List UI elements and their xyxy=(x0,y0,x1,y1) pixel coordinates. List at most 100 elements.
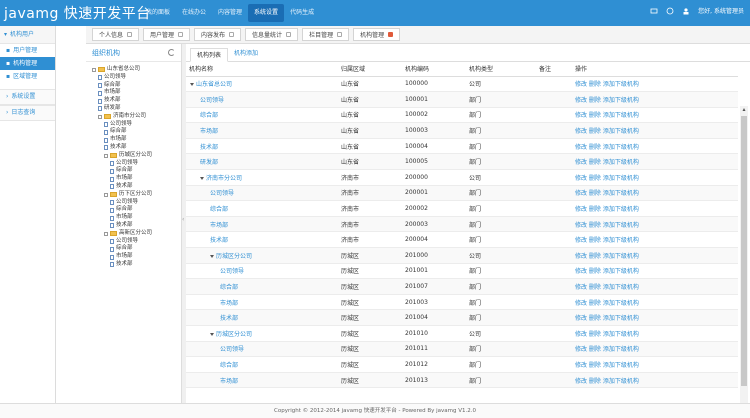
tree-node[interactable]: 市场部 xyxy=(86,175,181,183)
collapse-toggle-icon[interactable] xyxy=(98,114,102,119)
org-name-link[interactable]: 公司领导 xyxy=(200,97,224,104)
operations-links[interactable]: 修改 删除 添加下级机构 xyxy=(572,247,738,264)
tree-node[interactable]: 公司领导 xyxy=(86,199,181,207)
tree-node[interactable]: 历下区分公司 xyxy=(86,191,181,199)
org-name-link[interactable]: 研发部 xyxy=(200,159,218,166)
tree-node[interactable]: 技术部 xyxy=(86,183,181,191)
operations-links[interactable]: 修改 删除 添加下级机构 xyxy=(572,294,738,311)
open-tab[interactable]: 信息量统计 xyxy=(245,28,299,41)
tree-node[interactable]: 技术部 xyxy=(86,261,181,269)
org-name-cell[interactable]: 市场部 xyxy=(186,294,338,311)
operations-links[interactable]: 修改 删除 添加下级机构 xyxy=(572,138,738,155)
tree-node[interactable]: 市场部 xyxy=(86,89,181,97)
org-name-link[interactable]: 技术部 xyxy=(210,237,228,244)
org-name-cell[interactable]: 市场部 xyxy=(186,372,338,389)
app-brand[interactable]: javamg 快速开发平台 xyxy=(4,3,151,23)
operations-links[interactable]: 修改 删除 添加下级机构 xyxy=(572,309,738,326)
org-name-cell[interactable]: 历城区分公司 xyxy=(186,325,338,342)
tree-node[interactable]: 市场部 xyxy=(86,136,181,144)
tree-node[interactable]: 市场部 xyxy=(86,214,181,222)
topnav-item[interactable]: 内容管理 xyxy=(212,4,248,22)
tree-node[interactable]: 历城区分公司 xyxy=(86,152,181,160)
org-name-link[interactable]: 市场部 xyxy=(200,128,218,135)
collapse-toggle-icon[interactable] xyxy=(92,67,96,72)
leftnav-section-users[interactable]: ▾ 机构用户 xyxy=(0,26,55,44)
tree-node[interactable]: 山东省总公司 xyxy=(86,66,181,74)
user-greeting[interactable]: 您好, 系统管理员 xyxy=(698,6,744,15)
tree-node[interactable]: 公司领导 xyxy=(86,121,181,129)
close-icon[interactable] xyxy=(286,32,292,37)
org-name-link[interactable]: 综合部 xyxy=(200,112,218,119)
operations-links[interactable]: 修改 删除 添加下级机构 xyxy=(572,263,738,280)
operations-links[interactable]: 修改 删除 添加下级机构 xyxy=(572,200,738,217)
operations-links[interactable]: 修改 删除 添加下级机构 xyxy=(572,231,738,249)
operations-links[interactable]: 修改 删除 添加下级机构 xyxy=(572,325,738,342)
open-tab[interactable]: 内容发布 xyxy=(194,28,242,41)
operations-links[interactable]: 修改 删除 添加下级机构 xyxy=(572,169,738,186)
leftnav-section-settings[interactable]: › 系统设置 xyxy=(0,89,55,105)
org-name-link[interactable]: 山东省总公司 xyxy=(196,81,232,88)
org-name-link[interactable]: 综合部 xyxy=(210,206,228,213)
tree-node[interactable]: 济南市分公司 xyxy=(86,113,181,121)
org-name-cell[interactable]: 市场部 xyxy=(186,216,338,233)
scroll-up-icon[interactable]: ▴ xyxy=(740,106,748,114)
table-scrollbar[interactable]: ▴ ▾ xyxy=(740,106,748,418)
subtab[interactable]: 机构添加 xyxy=(228,47,264,61)
expand-caret-icon[interactable] xyxy=(200,176,204,180)
org-name-cell[interactable]: 公司领导 xyxy=(186,263,338,280)
org-name-cell[interactable]: 技术部 xyxy=(186,309,338,326)
org-name-cell[interactable]: 综合部 xyxy=(186,200,338,217)
scrollbar-thumb[interactable] xyxy=(741,116,747,386)
org-name-link[interactable]: 技术部 xyxy=(220,315,238,322)
tree-node[interactable]: 技术部 xyxy=(86,222,181,230)
operations-links[interactable]: 修改 删除 添加下级机构 xyxy=(572,91,738,108)
leftnav-item[interactable]: ▪ 区域管理 xyxy=(0,70,55,83)
topnav-item[interactable]: 在线办公 xyxy=(176,4,212,22)
tree-node[interactable]: 技术部 xyxy=(86,144,181,152)
open-tab[interactable]: 个人信息 xyxy=(92,28,140,41)
collapse-arrow-icon[interactable]: ‹ xyxy=(182,216,184,223)
operations-links[interactable]: 修改 删除 添加下级机构 xyxy=(572,153,738,171)
topnav-item[interactable]: 我的面板 xyxy=(140,4,176,22)
org-name-cell[interactable]: 综合部 xyxy=(186,107,338,124)
tree-node[interactable]: 综合部 xyxy=(86,167,181,175)
tree-node[interactable]: 综合部 xyxy=(86,206,181,214)
refresh-icon[interactable] xyxy=(168,49,175,56)
collapse-toggle-icon[interactable] xyxy=(104,231,108,236)
org-name-cell[interactable]: 技术部 xyxy=(186,231,338,249)
tree-node[interactable]: 公司领导 xyxy=(86,74,181,82)
leftnav-item[interactable]: ▪ 用户管理 xyxy=(0,44,55,57)
message-icon[interactable] xyxy=(650,7,658,15)
org-name-link[interactable]: 市场部 xyxy=(210,222,228,229)
org-name-cell[interactable]: 综合部 xyxy=(186,278,338,295)
open-tab[interactable]: 机构管理 xyxy=(353,28,401,41)
operations-links[interactable]: 修改 删除 添加下级机构 xyxy=(572,341,738,358)
leftnav-section-logs[interactable]: › 日志查询 xyxy=(0,105,55,121)
org-name-link[interactable]: 综合部 xyxy=(220,284,238,291)
tree-node[interactable]: 高新区分公司 xyxy=(86,230,181,238)
operations-links[interactable]: 修改 删除 添加下级机构 xyxy=(572,216,738,233)
tree-node[interactable]: 公司领导 xyxy=(86,160,181,168)
open-tab[interactable]: 用户管理 xyxy=(143,28,191,41)
org-name-cell[interactable]: 济南市分公司 xyxy=(186,169,338,186)
org-name-link[interactable]: 历城区分公司 xyxy=(216,253,252,260)
tree-node[interactable]: 技术部 xyxy=(86,97,181,105)
subtab[interactable]: 机构列表 xyxy=(190,48,229,62)
tree-node[interactable]: 综合部 xyxy=(86,128,181,136)
org-name-link[interactable]: 综合部 xyxy=(220,362,238,369)
org-name-cell[interactable]: 山东省总公司 xyxy=(186,76,338,93)
operations-links[interactable]: 修改 删除 添加下级机构 xyxy=(572,278,738,295)
topnav-item[interactable]: 代码生成 xyxy=(284,4,320,22)
leftnav-item[interactable]: ▪ 机构管理 xyxy=(0,57,55,70)
org-name-cell[interactable]: 技术部 xyxy=(186,138,338,155)
org-name-link[interactable]: 市场部 xyxy=(220,378,238,385)
org-name-cell[interactable]: 研发部 xyxy=(186,153,338,171)
collapse-toggle-icon[interactable] xyxy=(104,153,108,158)
close-icon[interactable] xyxy=(127,32,133,37)
open-tab[interactable]: 栏目管理 xyxy=(302,28,350,41)
org-name-link[interactable]: 济南市分公司 xyxy=(206,175,242,182)
close-icon[interactable] xyxy=(178,32,184,37)
task-icon[interactable] xyxy=(666,7,674,15)
collapse-toggle-icon[interactable] xyxy=(104,192,108,197)
tree-node[interactable]: 研发部 xyxy=(86,105,181,113)
